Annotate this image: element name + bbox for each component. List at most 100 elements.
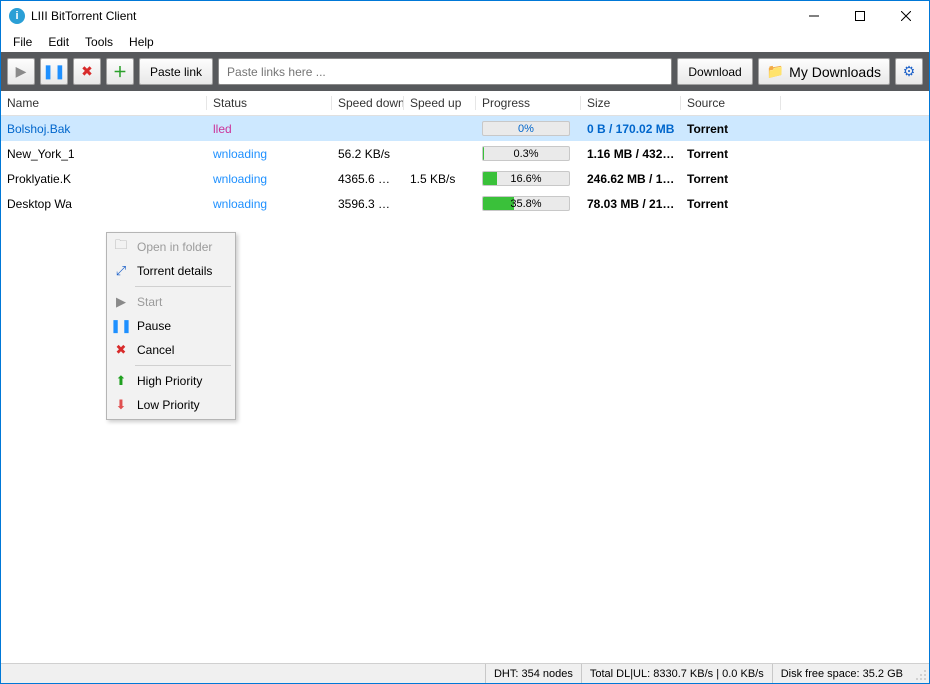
minimize-button[interactable] xyxy=(791,1,837,31)
status-disk: Disk free space: 35.2 GB xyxy=(772,664,911,683)
cell-progress: 35.8% xyxy=(476,196,581,211)
cell-status: wnloading xyxy=(207,172,332,186)
context-menu: 🗀 Open in folder ⤢ Torrent details ▶ Sta… xyxy=(106,232,236,420)
play-icon: ▶ xyxy=(16,63,27,80)
cm-cancel-label: Cancel xyxy=(137,343,174,357)
paste-links-input[interactable] xyxy=(218,58,672,85)
menu-file[interactable]: File xyxy=(5,33,40,51)
download-button[interactable]: Download xyxy=(677,58,752,85)
arrow-down-icon: ⬇ xyxy=(113,397,129,413)
cell-size: 78.03 MB / 218... xyxy=(581,197,681,211)
cm-high-priority[interactable]: ⬆ High Priority xyxy=(109,369,233,393)
my-downloads-button[interactable]: 📁 My Downloads xyxy=(758,58,890,85)
table-header: Name Status Speed down Speed up Progress… xyxy=(1,91,929,116)
window-title: LIII BitTorrent Client xyxy=(31,9,136,23)
plus-icon: ＋ xyxy=(113,62,127,82)
progress-label: 16.6% xyxy=(483,172,569,185)
col-speed-down[interactable]: Speed down xyxy=(332,96,404,110)
cell-source: Torrent xyxy=(681,147,781,161)
cm-pause-label: Pause xyxy=(137,319,171,333)
table-row[interactable]: New_York_1wnloading56.2 KB/s 0.3% 1.16 MB … xyxy=(1,141,929,166)
cell-speed-up: 1.5 KB/s xyxy=(404,172,476,186)
cm-details-label: Torrent details xyxy=(137,264,212,278)
cm-open-in-folder[interactable]: 🗀 Open in folder xyxy=(109,235,233,259)
progress-bar: 0% xyxy=(482,121,570,136)
cm-pause[interactable]: ❚❚ Pause xyxy=(109,314,233,338)
close-button[interactable] xyxy=(883,1,929,31)
maximize-button[interactable] xyxy=(837,1,883,31)
cancel-icon: ✖ xyxy=(81,63,93,80)
cell-progress: 0% xyxy=(476,121,581,136)
start-button[interactable]: ▶ xyxy=(7,58,35,85)
play-icon: ▶ xyxy=(113,294,129,310)
progress-bar: 0.3% xyxy=(482,146,570,161)
cell-speed-down: 4365.6 KB/s xyxy=(332,172,404,186)
col-source[interactable]: Source xyxy=(681,96,781,110)
torrent-table: Name Status Speed down Speed up Progress… xyxy=(1,91,929,663)
cell-name: New_York_1 xyxy=(1,147,207,161)
cell-status: wnloading xyxy=(207,197,332,211)
titlebar: i LIII BitTorrent Client xyxy=(1,0,929,31)
details-icon: ⤢ xyxy=(113,263,129,279)
cell-name: Bolshoj.Bak xyxy=(1,122,207,136)
progress-bar: 35.8% xyxy=(482,196,570,211)
paste-link-button[interactable]: Paste link xyxy=(139,58,213,85)
cell-size: 1.16 MB / 432.0... xyxy=(581,147,681,161)
statusbar: DHT: 354 nodes Total DL|UL: 8330.7 KB/s … xyxy=(1,663,929,683)
cm-low-priority[interactable]: ⬇ Low Priority xyxy=(109,393,233,417)
toolbar: ▶ ❚❚ ✖ ＋ Paste link Download 📁 My Downlo… xyxy=(1,52,929,91)
cm-separator xyxy=(135,286,231,287)
progress-bar: 16.6% xyxy=(482,171,570,186)
menu-tools[interactable]: Tools xyxy=(77,33,121,51)
cm-separator xyxy=(135,365,231,366)
menubar: File Edit Tools Help xyxy=(1,31,929,52)
progress-label: 0.3% xyxy=(483,147,569,160)
cell-name: Desktop Wa xyxy=(1,197,207,211)
cell-speed-down: 3596.3 KB/s xyxy=(332,197,404,211)
cell-source: Torrent xyxy=(681,122,781,136)
cell-size: 246.62 MB / 1.4... xyxy=(581,172,681,186)
cell-progress: 0.3% xyxy=(476,146,581,161)
menu-help[interactable]: Help xyxy=(121,33,162,51)
cm-open-label: Open in folder xyxy=(137,240,212,254)
cm-low-label: Low Priority xyxy=(137,398,200,412)
col-name[interactable]: Name xyxy=(1,96,207,110)
window-controls xyxy=(791,1,929,31)
folder-icon: 📁 xyxy=(767,63,784,80)
pause-icon: ❚❚ xyxy=(42,63,65,80)
cell-source: Torrent xyxy=(681,197,781,211)
pause-button[interactable]: ❚❚ xyxy=(40,58,68,85)
pause-icon: ❚❚ xyxy=(113,318,129,334)
table-row[interactable]: Bolshoj.Baklled 0% 0 B / 170.02 MBTorrent xyxy=(1,116,929,141)
cancel-button[interactable]: ✖ xyxy=(73,58,101,85)
progress-label: 0% xyxy=(483,122,569,135)
col-progress[interactable]: Progress xyxy=(476,96,581,110)
cm-cancel[interactable]: ✖ Cancel xyxy=(109,338,233,362)
cell-progress: 16.6% xyxy=(476,171,581,186)
app-icon: i xyxy=(9,8,25,24)
table-row[interactable]: Proklyatie.Kwnloading4365.6 KB/s1.5 KB/s… xyxy=(1,166,929,191)
settings-button[interactable]: ⚙ xyxy=(895,58,923,85)
cell-status: wnloading xyxy=(207,147,332,161)
cm-start-label: Start xyxy=(137,295,162,309)
col-size[interactable]: Size xyxy=(581,96,681,110)
menu-edit[interactable]: Edit xyxy=(40,33,77,51)
cell-speed-down: 56.2 KB/s xyxy=(332,147,404,161)
col-status[interactable]: Status xyxy=(207,96,332,110)
cm-start[interactable]: ▶ Start xyxy=(109,290,233,314)
folder-open-icon: 🗀 xyxy=(113,236,129,258)
cm-high-label: High Priority xyxy=(137,374,202,388)
col-speed-up[interactable]: Speed up xyxy=(404,96,476,110)
cell-source: Torrent xyxy=(681,172,781,186)
table-row[interactable]: Desktop Wawnloading3596.3 KB/s 35.8% 78.03… xyxy=(1,191,929,216)
resize-grip-icon[interactable] xyxy=(915,669,927,681)
cell-name: Proklyatie.K xyxy=(1,172,207,186)
cm-torrent-details[interactable]: ⤢ Torrent details xyxy=(109,259,233,283)
cell-status: lled xyxy=(207,122,332,136)
table-body: Bolshoj.Baklled0%0 B / 170.02 MBTorrentN… xyxy=(1,116,929,216)
status-dht: DHT: 354 nodes xyxy=(485,664,581,683)
add-button[interactable]: ＋ xyxy=(106,58,134,85)
cell-size: 0 B / 170.02 MB xyxy=(581,122,681,136)
my-downloads-label: My Downloads xyxy=(789,64,881,80)
progress-label: 35.8% xyxy=(483,197,569,210)
